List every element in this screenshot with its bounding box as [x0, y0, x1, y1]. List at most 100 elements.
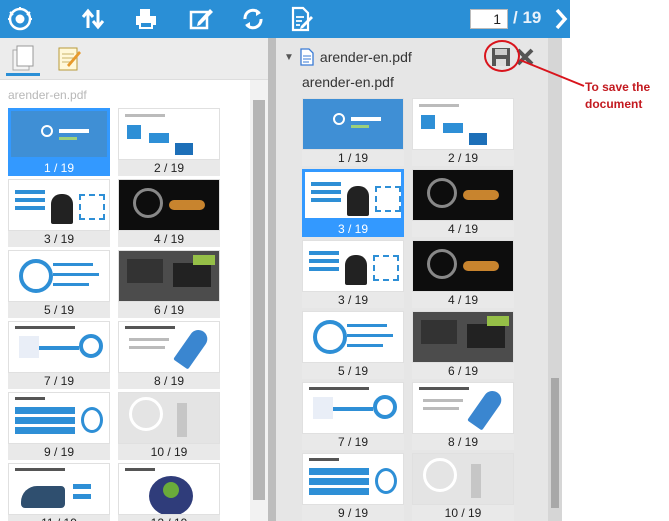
slide-preview: [412, 453, 514, 505]
left-page-thumbnail[interactable]: 1 / 19: [8, 108, 110, 176]
right-doc-header[interactable]: ▼ arender-en.pdf: [284, 46, 412, 68]
slide-preview: [302, 453, 404, 505]
right-scrollbar[interactable]: [548, 38, 562, 521]
right-page-thumbnail[interactable]: 10 / 19: [412, 453, 514, 521]
pages-icon: [12, 45, 34, 70]
pages-tab[interactable]: [6, 42, 40, 76]
right-doc-name: arender-en.pdf: [319, 49, 412, 65]
slide-preview: [302, 169, 404, 221]
slide-preview: [302, 311, 404, 363]
slide-preview: [302, 240, 404, 292]
left-page-thumbnail[interactable]: 11 / 19: [8, 463, 110, 521]
page-label: 9 / 19: [8, 444, 110, 460]
edit-icon[interactable]: [185, 3, 217, 35]
left-panel: arender-en.pdf 1 / 19 2 / 19 3 / 19 4 / 19 5…: [0, 38, 268, 521]
slide-preview: [412, 98, 514, 150]
page-label: 3 / 19: [302, 221, 404, 237]
page-label: 5 / 19: [8, 302, 110, 318]
right-scrollbar-thumb[interactable]: [551, 378, 559, 508]
refresh-icon[interactable]: [237, 3, 269, 35]
top-toolbar: 1 / 19: [0, 0, 570, 38]
next-page-icon[interactable]: [554, 8, 568, 30]
document-icon: [300, 48, 314, 66]
left-scrollbar-thumb[interactable]: [253, 100, 265, 500]
right-page-thumbnail[interactable]: 7 / 19: [302, 382, 404, 450]
slide-preview: [8, 392, 110, 444]
page-label: 10 / 19: [412, 505, 514, 521]
right-page-thumbnail[interactable]: 4 / 19: [412, 169, 514, 237]
page-label: 4 / 19: [412, 221, 514, 237]
right-page-thumbnail[interactable]: 5 / 19: [302, 311, 404, 379]
left-page-thumbnail[interactable]: 3 / 19: [8, 179, 110, 247]
slide-preview: [118, 463, 220, 515]
page-label: 7 / 19: [302, 434, 404, 450]
left-page-thumbnail[interactable]: 9 / 19: [8, 392, 110, 460]
slide-preview: [412, 169, 514, 221]
right-page-thumbnail[interactable]: 2 / 19: [412, 98, 514, 166]
page-number-input[interactable]: 1: [470, 9, 508, 29]
slide-preview: [118, 250, 220, 302]
page-label: 12 / 19: [118, 515, 220, 521]
annotation-circle: [484, 40, 520, 72]
slide-preview: [302, 382, 404, 434]
page-label: 2 / 19: [118, 160, 220, 176]
page-label: 1 / 19: [302, 150, 404, 166]
page-label: 4 / 19: [412, 292, 514, 308]
slide-preview: [412, 311, 514, 363]
page-label: 1 / 19: [8, 160, 110, 176]
slide-preview: [118, 321, 220, 373]
left-page-thumbnail[interactable]: 10 / 19: [118, 392, 220, 460]
slide-preview: [8, 321, 110, 373]
right-page-thumbnail[interactable]: 4 / 19: [412, 240, 514, 308]
left-page-thumbnail[interactable]: 5 / 19: [8, 250, 110, 318]
slide-preview: [8, 179, 110, 231]
right-panel: ▼ arender-en.pdf arender-en.pdf 1 / 19 2 …: [276, 38, 548, 521]
sort-arrows-icon[interactable]: [77, 3, 109, 35]
page-label: 7 / 19: [8, 373, 110, 389]
page-total: / 19: [513, 8, 542, 27]
slide-preview: [118, 108, 220, 160]
page-label: 11 / 19: [8, 515, 110, 521]
right-page-thumbnail[interactable]: 6 / 19: [412, 311, 514, 379]
page-label: 8 / 19: [412, 434, 514, 450]
slide-preview: [8, 108, 110, 160]
document-edit-icon[interactable]: [285, 3, 317, 35]
right-page-thumbnail[interactable]: 9 / 19: [302, 453, 404, 521]
left-panel-tabs: [0, 38, 268, 80]
left-page-thumbnail[interactable]: 2 / 19: [118, 108, 220, 176]
left-page-thumbnail[interactable]: 8 / 19: [118, 321, 220, 389]
collapse-triangle-icon[interactable]: ▼: [284, 52, 294, 63]
page-label: 6 / 19: [118, 302, 220, 318]
left-scrollbar[interactable]: [250, 80, 268, 521]
left-doc-title: arender-en.pdf: [8, 88, 87, 102]
left-page-thumbnail[interactable]: 4 / 19: [118, 179, 220, 247]
right-page-thumbnail[interactable]: 3 / 19: [302, 169, 404, 237]
right-page-thumbnail[interactable]: 3 / 19: [302, 240, 404, 308]
right-page-thumbnail[interactable]: 8 / 19: [412, 382, 514, 450]
annotation-label: To save the document: [585, 80, 651, 111]
left-page-thumbnail[interactable]: 6 / 19: [118, 250, 220, 318]
page-label: 8 / 19: [118, 373, 220, 389]
page-label: 10 / 19: [118, 444, 220, 460]
page-label: 3 / 19: [302, 292, 404, 308]
page-label: 6 / 19: [412, 363, 514, 379]
slide-preview: [412, 240, 514, 292]
right-page-thumbnail[interactable]: 1 / 19: [302, 98, 404, 166]
notes-tab[interactable]: [52, 42, 86, 76]
logo-eye-icon[interactable]: [4, 3, 36, 35]
page-label: 3 / 19: [8, 231, 110, 247]
page-label: 5 / 19: [302, 363, 404, 379]
panel-divider[interactable]: [268, 38, 276, 521]
print-icon[interactable]: [130, 3, 162, 35]
slide-preview: [8, 463, 110, 515]
page-label: 9 / 19: [302, 505, 404, 521]
slide-preview: [8, 250, 110, 302]
page-label: 4 / 19: [118, 231, 220, 247]
left-page-thumbnail[interactable]: 12 / 19: [118, 463, 220, 521]
slide-preview: [412, 382, 514, 434]
notepad-icon: [58, 47, 81, 71]
slide-preview: [302, 98, 404, 150]
left-page-thumbnail[interactable]: 7 / 19: [8, 321, 110, 389]
slide-preview: [118, 392, 220, 444]
slide-preview: [118, 179, 220, 231]
